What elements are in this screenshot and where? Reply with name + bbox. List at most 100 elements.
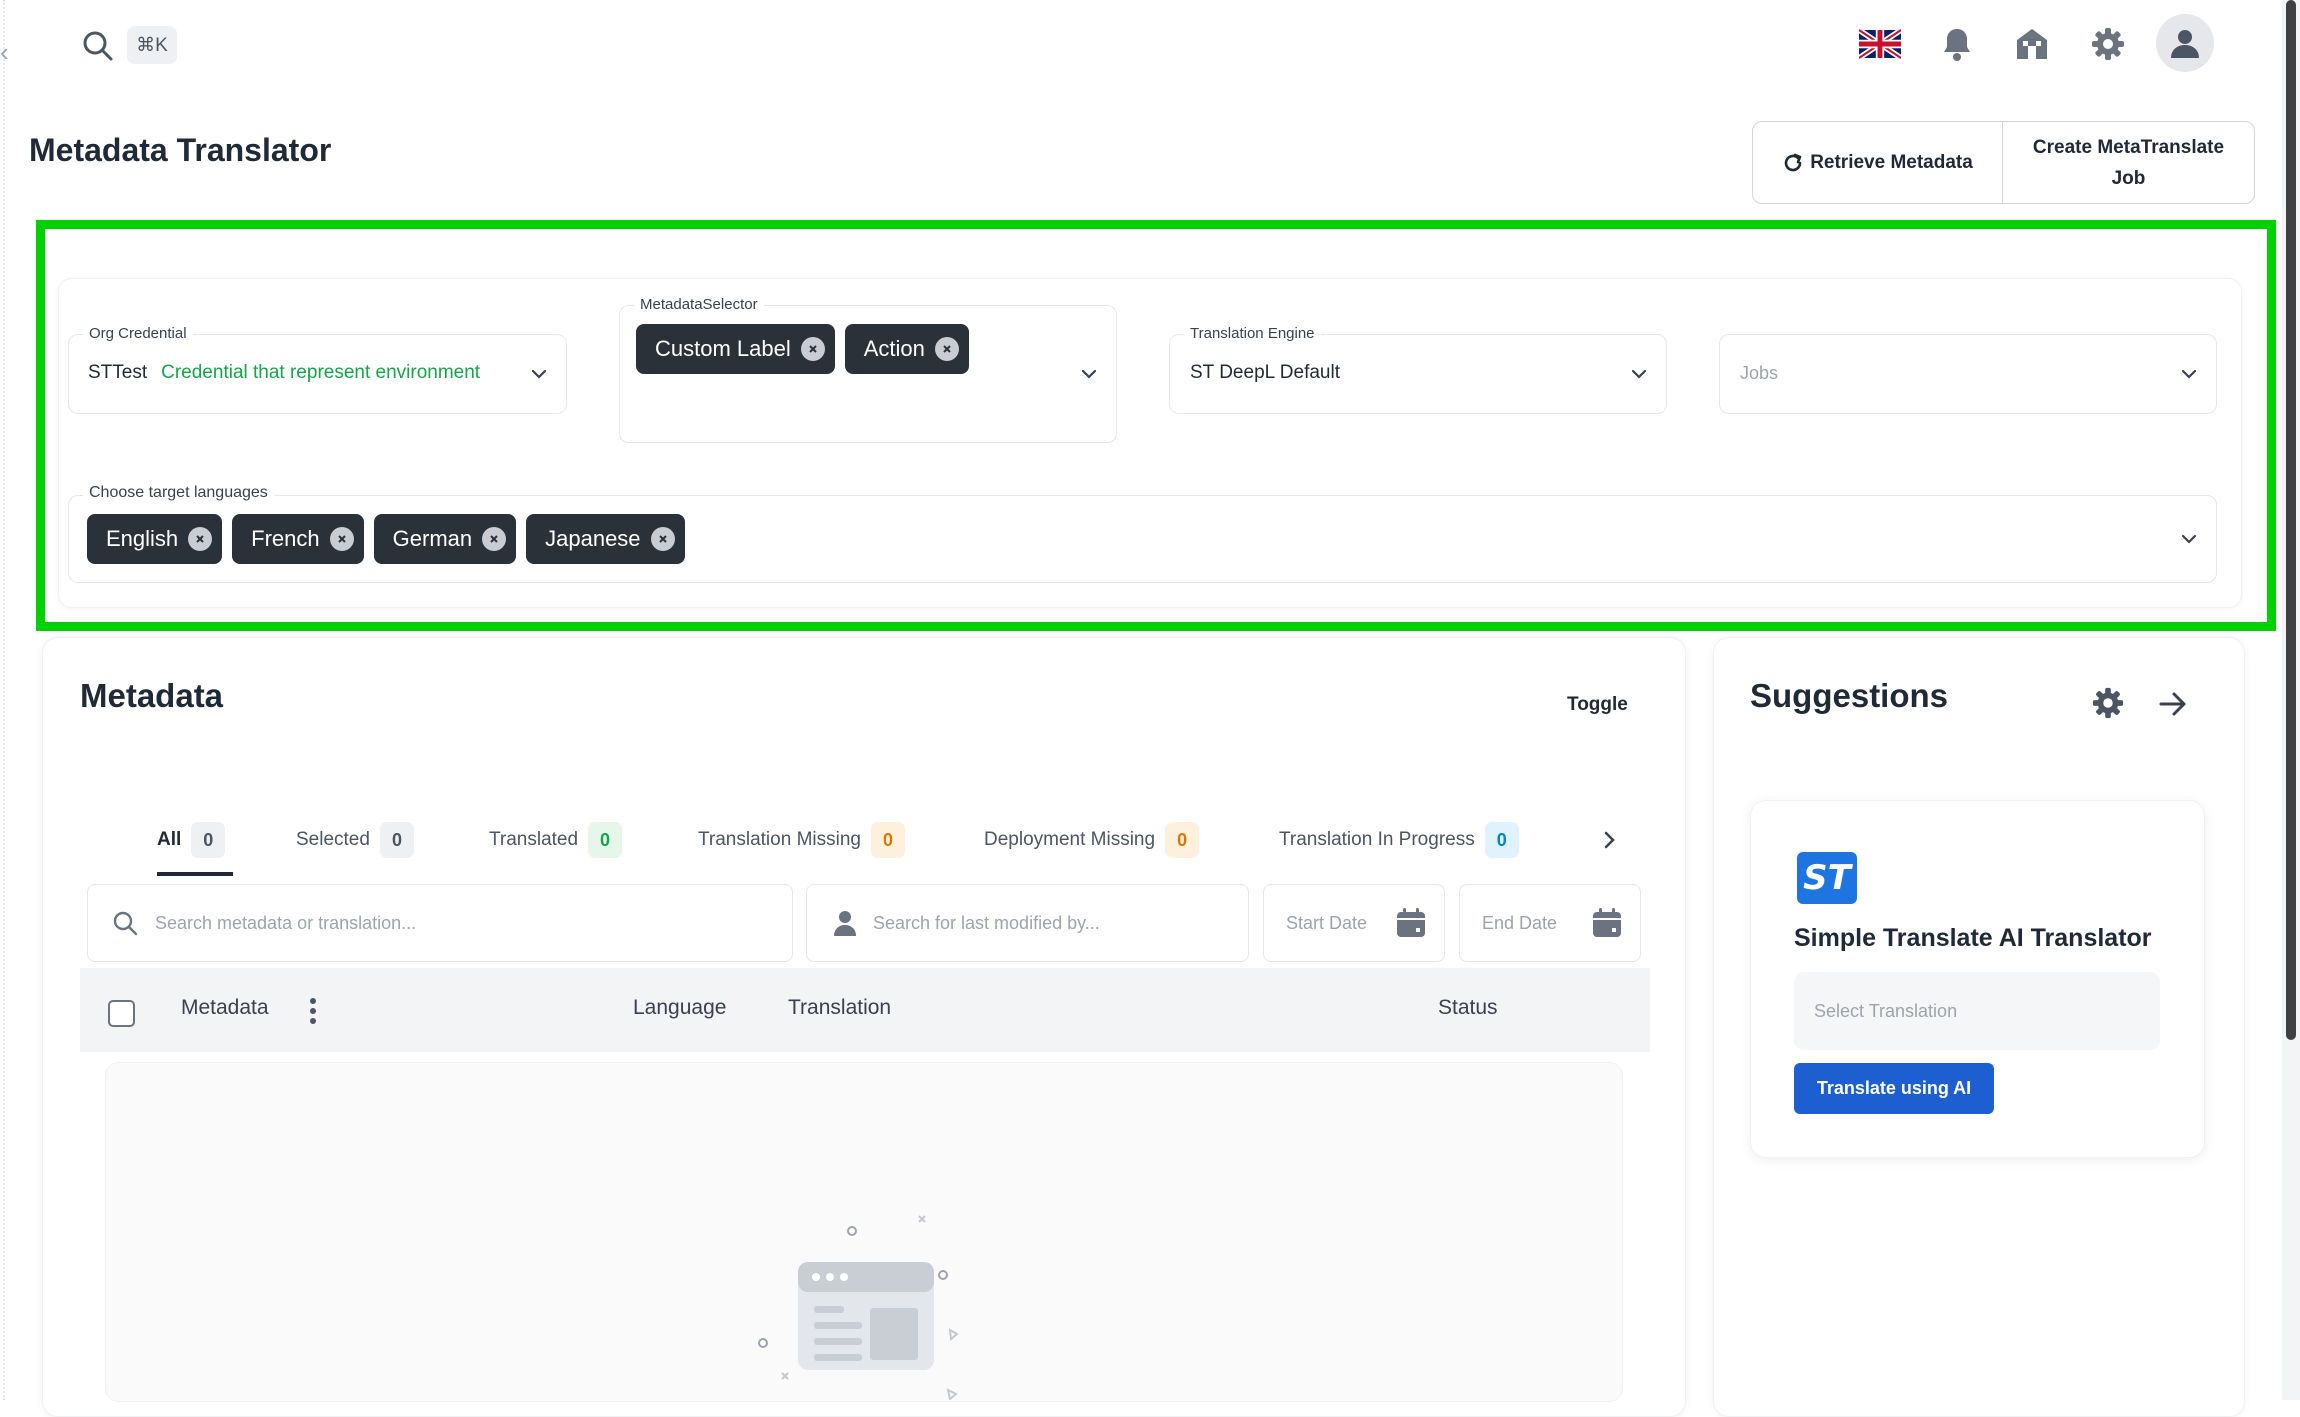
- tab-label: Translation Missing: [698, 829, 861, 850]
- suggestions-title: Suggestions: [1750, 677, 1949, 714]
- language-chip[interactable]: French: [232, 514, 364, 564]
- active-tab-indicator: [157, 872, 233, 876]
- gear-icon[interactable]: [2084, 20, 2132, 68]
- metadata-chip[interactable]: Action: [844, 324, 969, 374]
- search-icon: [113, 911, 138, 936]
- chevron-down-icon: [2181, 534, 2197, 544]
- column-header-metadata[interactable]: Metadata: [181, 996, 269, 1020]
- user-icon: [2171, 30, 2199, 58]
- start-date-placeholder: Start Date: [1286, 912, 1368, 933]
- end-date-placeholder: End Date: [1482, 912, 1558, 933]
- jobs-select[interactable]: Jobs: [1719, 334, 2217, 414]
- translation-engine-label: Translation Engine: [1184, 325, 1321, 342]
- metadata-selector-label: MetadataSelector: [634, 296, 764, 313]
- tab-count-badge: 0: [191, 822, 226, 858]
- tab-translated[interactable]: Translated 0: [489, 822, 623, 858]
- tab-translation-missing[interactable]: Translation Missing 0: [698, 822, 905, 858]
- tab-count-badge: 0: [870, 822, 905, 858]
- tab-label: Selected: [296, 829, 370, 850]
- table-header: Metadata Language Translation Status: [80, 968, 1650, 1052]
- target-languages-select[interactable]: Choose target languages English French G…: [68, 484, 2217, 583]
- tab-count-badge: 0: [1165, 822, 1200, 858]
- search-shortcut[interactable]: ⌘K: [127, 26, 177, 64]
- modified-by-placeholder: Search for last modified by...: [873, 912, 1100, 933]
- metadata-selector[interactable]: MetadataSelector Custom Label Action: [619, 296, 1117, 443]
- translation-engine-select[interactable]: Translation Engine ST DeepL Default: [1169, 325, 1667, 414]
- metadata-panel-title: Metadata: [80, 677, 224, 714]
- translation-engine-value: ST DeepL Default: [1190, 362, 1340, 383]
- refresh-icon: [1784, 153, 1802, 171]
- sidebar-collapse-handle[interactable]: ‹: [0, 38, 18, 66]
- tab-count-badge: 0: [1484, 822, 1519, 858]
- ai-translator-title: Simple Translate AI Translator: [1794, 924, 2152, 952]
- create-job-button[interactable]: Create MetaTranslate Job: [2003, 122, 2254, 203]
- target-languages-label: Choose target languages: [83, 484, 274, 502]
- tab-all[interactable]: All 0: [157, 822, 226, 858]
- user-avatar[interactable]: [2156, 14, 2214, 72]
- toggle-button[interactable]: Toggle: [1567, 694, 1628, 716]
- language-chip[interactable]: Japanese: [526, 514, 685, 564]
- page-scrollbar-thumb[interactable]: [2286, 0, 2296, 1040]
- chevron-down-icon: [1081, 369, 1097, 379]
- chip-remove-icon[interactable]: [650, 527, 675, 551]
- bell-icon[interactable]: [1933, 20, 1981, 68]
- language-chip[interactable]: German: [373, 514, 517, 564]
- column-header-translation[interactable]: Translation: [788, 996, 891, 1020]
- arrow-right-icon[interactable]: [2158, 690, 2188, 718]
- org-credential-label: Org Credential: [83, 325, 193, 342]
- chip-label: Custom Label: [655, 336, 791, 361]
- user-icon: [834, 911, 856, 936]
- metadata-chip[interactable]: Custom Label: [636, 324, 835, 374]
- tab-label: Translation In Progress: [1279, 829, 1475, 850]
- tab-label: All: [157, 829, 182, 850]
- column-menu-icon[interactable]: [307, 996, 319, 1026]
- end-date-input[interactable]: End Date: [1459, 884, 1641, 962]
- chip-remove-icon[interactable]: [329, 527, 354, 551]
- chip-label: Japanese: [545, 526, 641, 551]
- chip-remove-icon[interactable]: [934, 337, 959, 361]
- tab-label: Translated: [489, 829, 579, 850]
- tab-selected[interactable]: Selected 0: [296, 822, 414, 858]
- chip-label: English: [106, 526, 179, 551]
- chip-remove-icon[interactable]: [188, 527, 213, 551]
- org-credential-select[interactable]: Org Credential STTest Credential that re…: [68, 325, 567, 414]
- chip-remove-icon[interactable]: [800, 337, 825, 361]
- sidebar-edge: [3, 0, 5, 1400]
- org-credential-value: STTest: [88, 362, 148, 383]
- retrieve-metadata-button[interactable]: Retrieve Metadata: [1753, 122, 2003, 203]
- column-header-status[interactable]: Status: [1438, 996, 1498, 1020]
- uk-flag-icon[interactable]: [1856, 20, 1904, 68]
- calendar-icon: [1397, 908, 1425, 937]
- chip-label: French: [251, 526, 320, 551]
- calendar-icon: [1593, 908, 1621, 937]
- tab-count-badge: 0: [379, 822, 414, 858]
- page-title: Metadata Translator: [29, 132, 332, 168]
- org-credential-hint: Credential that represent environment: [161, 362, 481, 383]
- tab-translation-in-progress[interactable]: Translation In Progress 0: [1279, 822, 1519, 858]
- translate-using-ai-button[interactable]: Translate using AI: [1794, 1063, 1994, 1114]
- suggestions-settings-icon[interactable]: [2091, 686, 2125, 720]
- tab-label: Deployment Missing: [984, 829, 1156, 850]
- chip-label: Action: [863, 336, 925, 361]
- retrieve-metadata-label: Retrieve Metadata: [1810, 151, 1973, 173]
- simple-translate-logo: ST: [1797, 852, 1857, 904]
- metadata-search-input[interactable]: Search metadata or translation...: [87, 884, 793, 962]
- modified-by-search-input[interactable]: Search for last modified by...: [806, 884, 1249, 962]
- language-chip[interactable]: English: [87, 514, 223, 564]
- jobs-placeholder: Jobs: [1740, 363, 1779, 383]
- action-button-group: Retrieve Metadata Create MetaTranslate J…: [1752, 121, 2255, 204]
- tab-deployment-missing[interactable]: Deployment Missing 0: [984, 822, 1200, 858]
- chevron-down-icon: [531, 369, 547, 379]
- home-icon[interactable]: [2008, 20, 2056, 68]
- chevron-down-icon: [1631, 369, 1647, 379]
- chip-label: German: [392, 526, 473, 551]
- chevron-down-icon: [2181, 369, 2197, 379]
- start-date-input[interactable]: Start Date: [1263, 884, 1445, 962]
- column-header-language[interactable]: Language: [633, 996, 726, 1020]
- empty-state-illustration: [750, 1210, 980, 1400]
- select-translation-input[interactable]: Select Translation: [1794, 972, 2160, 1050]
- tabs-scroll-right-icon[interactable]: [1600, 828, 1618, 852]
- search-icon[interactable]: [80, 28, 116, 64]
- select-all-checkbox[interactable]: [108, 1000, 135, 1027]
- chip-remove-icon[interactable]: [482, 527, 507, 551]
